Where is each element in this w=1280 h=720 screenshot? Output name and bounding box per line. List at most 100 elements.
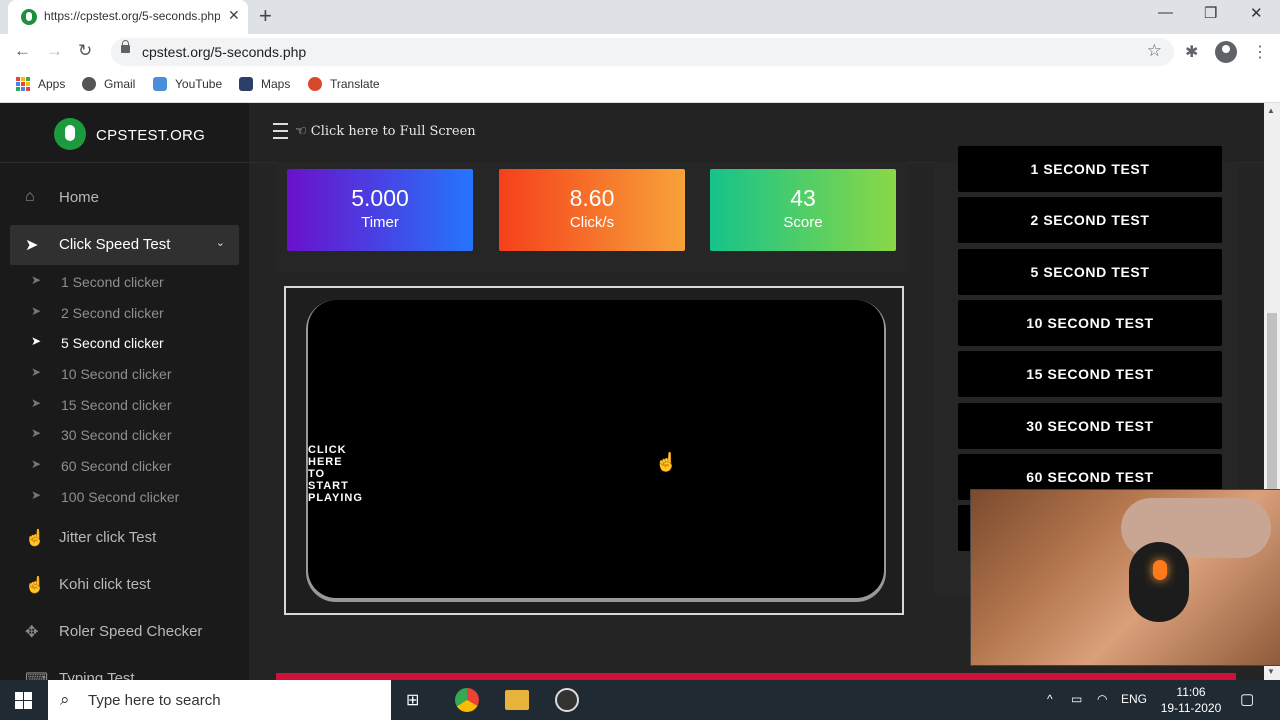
- test-10-second-button[interactable]: 10 SECOND TEST: [958, 300, 1222, 346]
- nav-label: Roler Speed Checker: [59, 623, 203, 640]
- bookmark-star-icon[interactable]: ☆: [1147, 41, 1162, 61]
- system-clock[interactable]: 11:06 19-11-2020: [1155, 684, 1227, 716]
- brand[interactable]: CPSTEST.ORG: [0, 103, 249, 163]
- profile-avatar-icon[interactable]: [1215, 41, 1237, 63]
- bookmark-translate[interactable]: Translate: [308, 77, 380, 91]
- test-15-second-button[interactable]: 15 SECOND TEST: [958, 351, 1222, 397]
- cursor-icon: ➤: [31, 396, 42, 410]
- keyboard-icon: ⌨: [25, 671, 49, 680]
- task-view-icon[interactable]: ⊞: [406, 690, 419, 710]
- site-favicon-icon: [21, 9, 37, 25]
- extensions-icon[interactable]: ✱: [1185, 42, 1198, 62]
- home-icon: ⌂: [25, 188, 35, 205]
- maps-icon: [239, 77, 253, 91]
- search-icon: ⌕: [60, 690, 70, 709]
- scroll-up-icon[interactable]: ▲: [1267, 106, 1275, 115]
- subnav-30-second[interactable]: ➤ 30 Second clicker: [0, 420, 249, 450]
- url-text: cpstest.org/5-seconds.php: [142, 44, 307, 60]
- nav-label: Jitter click Test: [59, 529, 157, 546]
- browser-tab[interactable]: https://cpstest.org/5-seconds.php ✕: [8, 0, 248, 34]
- subnav-label: 100 Second clicker: [61, 489, 180, 505]
- subnav-label: 15 Second clicker: [61, 397, 172, 413]
- back-icon[interactable]: ←: [14, 41, 31, 61]
- show-hidden-icons-icon[interactable]: ^: [1047, 692, 1053, 706]
- nav-label: Click Speed Test: [59, 236, 171, 253]
- browser-toolbar: ← → ↻ cpstest.org/5-seconds.php ☆ ✱ ⋮: [0, 34, 1280, 70]
- close-tab-icon[interactable]: ✕: [228, 7, 240, 24]
- restore-icon[interactable]: ❐: [1204, 4, 1217, 22]
- subnav-label: 1 Second clicker: [61, 274, 164, 290]
- nav-kohi[interactable]: ☝ Kohi click test: [0, 565, 249, 605]
- cps-card: 8.60 Click/s: [499, 169, 685, 251]
- fullscreen-link[interactable]: ☜ Click here to Full Screen: [295, 124, 476, 139]
- webcam-overlay: [970, 489, 1280, 666]
- main-content: 5.000 Timer 8.60 Click/s 43 Score CLICK …: [276, 162, 908, 680]
- cps-label: Click/s: [569, 214, 615, 231]
- nav-click-speed-test[interactable]: ➤ Click Speed Test ⌄: [10, 225, 239, 265]
- chrome-app-icon[interactable]: [455, 688, 479, 712]
- reload-icon[interactable]: ↻: [78, 41, 92, 61]
- bookmark-label: Maps: [261, 77, 291, 91]
- subnav-5-second[interactable]: ➤ 5 Second clicker: [0, 328, 249, 358]
- footer-bar: [276, 673, 1236, 680]
- translate-icon: [308, 77, 322, 91]
- subnav-15-second[interactable]: ➤ 15 Second clicker: [0, 390, 249, 420]
- cursor-icon: ➤: [31, 488, 42, 502]
- score-card: 43 Score: [710, 169, 896, 251]
- nav-roler[interactable]: ✥ Roler Speed Checker: [0, 612, 249, 652]
- test-1-second-button[interactable]: 1 SECOND TEST: [958, 146, 1222, 192]
- sidebar: CPSTEST.ORG ⌂ Home ➤ Click Speed Test ⌄ …: [0, 103, 249, 680]
- score-label: Score: [783, 214, 823, 231]
- bookmark-maps[interactable]: Maps: [239, 77, 290, 91]
- windows-start-icon[interactable]: [15, 692, 32, 709]
- game-frame: CLICK HERE TO START PLAYING ☝: [284, 286, 904, 615]
- gmail-icon: [82, 77, 96, 91]
- subnav-label: 5 Second clicker: [61, 335, 164, 351]
- timer-card: 5.000 Timer: [287, 169, 473, 251]
- hamburger-menu-icon[interactable]: [273, 123, 288, 139]
- cursor-icon: ➤: [31, 304, 42, 318]
- nav-jitter[interactable]: ☝ Jitter click Test: [0, 518, 249, 558]
- subnav-2-second[interactable]: ➤ 2 Second clicker: [0, 298, 249, 328]
- close-window-icon[interactable]: ✕: [1250, 4, 1263, 22]
- subnav-label: 10 Second clicker: [61, 366, 172, 382]
- minimize-icon[interactable]: —: [1158, 4, 1173, 21]
- hand-pointer-icon: ☝: [25, 577, 45, 594]
- test-30-second-button[interactable]: 30 SECOND TEST: [958, 403, 1222, 449]
- nav-typing[interactable]: ⌨ Typing Test: [0, 659, 249, 680]
- click-area[interactable]: CLICK HERE TO START PLAYING ☝: [308, 300, 884, 598]
- tab-strip: https://cpstest.org/5-seconds.php ✕ + — …: [0, 0, 1280, 34]
- obs-app-icon[interactable]: [555, 688, 579, 712]
- hand-cursor-icon: ☝: [655, 452, 678, 472]
- hand-pointer-icon: ☝: [25, 530, 45, 547]
- test-2-second-button[interactable]: 2 SECOND TEST: [958, 197, 1222, 243]
- bookmark-label: Gmail: [104, 77, 136, 91]
- nav-label: Home: [59, 189, 100, 206]
- bookmark-gmail[interactable]: Gmail: [82, 77, 135, 91]
- subnav-60-second[interactable]: ➤ 60 Second clicker: [0, 451, 249, 481]
- wifi-icon[interactable]: ◠: [1097, 692, 1107, 706]
- menu-kebab-icon[interactable]: ⋮: [1252, 42, 1268, 62]
- start-playing-label: CLICK HERE TO START PLAYING: [308, 444, 363, 504]
- language-indicator[interactable]: ENG: [1121, 692, 1147, 706]
- file-explorer-icon[interactable]: [505, 690, 529, 710]
- apps-grid-icon: [16, 77, 30, 91]
- bookmarks-bar: Apps Gmail YouTube Maps Translate: [0, 70, 1280, 103]
- forward-icon[interactable]: →: [46, 41, 63, 61]
- notifications-icon[interactable]: ▢: [1240, 690, 1254, 708]
- subnav-100-second[interactable]: ➤ 100 Second clicker: [0, 482, 249, 512]
- taskbar-search[interactable]: ⌕ Type here to search: [48, 680, 391, 720]
- battery-icon[interactable]: ▭: [1071, 692, 1082, 706]
- nav-home[interactable]: ⌂ Home: [0, 178, 249, 218]
- scroll-down-icon[interactable]: ▼: [1267, 667, 1275, 676]
- subnav-10-second[interactable]: ➤ 10 Second clicker: [0, 359, 249, 389]
- address-bar[interactable]: cpstest.org/5-seconds.php ☆: [111, 38, 1174, 66]
- test-5-second-button[interactable]: 5 SECOND TEST: [958, 249, 1222, 295]
- bookmark-apps[interactable]: Apps: [16, 77, 65, 91]
- subnav-1-second[interactable]: ➤ 1 Second clicker: [0, 267, 249, 297]
- new-tab-icon[interactable]: +: [259, 3, 272, 29]
- bookmark-label: YouTube: [175, 77, 223, 91]
- youtube-icon: [153, 77, 167, 91]
- subnav-label: 2 Second clicker: [61, 305, 164, 321]
- bookmark-youtube[interactable]: YouTube: [153, 77, 222, 91]
